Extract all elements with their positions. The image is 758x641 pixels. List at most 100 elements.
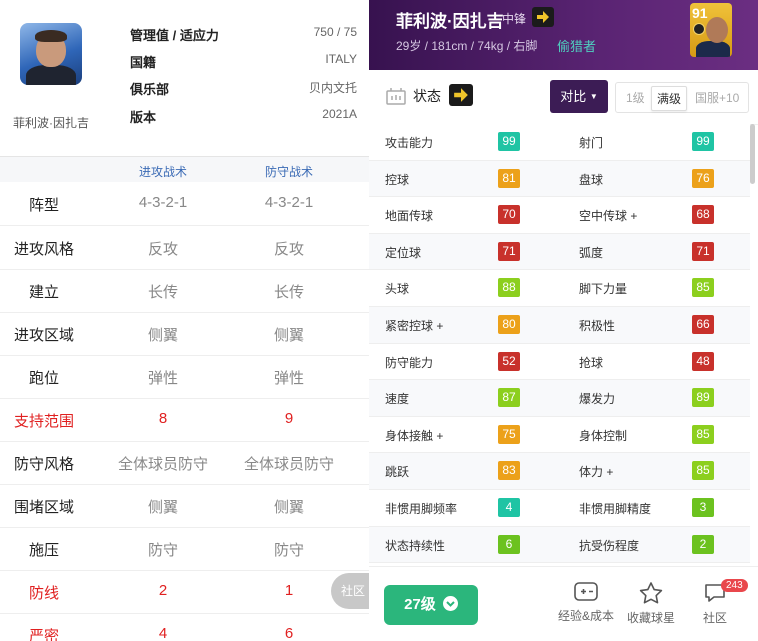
player-card[interactable]: 91 — [690, 3, 732, 57]
stat-name: 状态持续性 — [385, 538, 446, 553]
caret-down-icon: ▼ — [589, 92, 598, 101]
info-value: 750 / 75 — [313, 25, 357, 39]
stat-name: 体力 + — [579, 465, 614, 480]
manager-name: 菲利波·因扎吉 — [13, 116, 89, 130]
attack-value: 弹性 — [147, 370, 178, 387]
stat-value-badge: 70 — [498, 205, 520, 225]
stat-row: 状态持续性 6 抗受伤程度 2 — [369, 526, 750, 564]
stat-value-badge: 88 — [498, 278, 520, 298]
stat-name: 头球 — [385, 282, 410, 297]
arrow-right-icon — [537, 11, 549, 23]
player-arrow-button[interactable] — [532, 7, 554, 27]
player-panel: 菲利波·因扎吉 中锋 29岁 / 181cm / 74kg / 右脚 偷猎者 9… — [369, 0, 758, 641]
status-arrow-button[interactable] — [449, 84, 473, 106]
tactic-row: 进攻区域 侧翼 侧翼 — [0, 312, 369, 356]
condition-icon — [386, 88, 406, 105]
stat-row: 控球 81 盘球 76 — [369, 160, 750, 198]
defense-value: 全体球员防守 — [243, 456, 334, 473]
defense-value: 反攻 — [273, 241, 304, 258]
tactic-label: 防守风格 — [13, 456, 74, 473]
manager-avatar[interactable] — [20, 23, 82, 85]
stat-row: 地面传球 70 空中传球 + 68 — [369, 197, 750, 234]
bottom-bar: 27级 经验&成本 收藏球星 243 社区 — [369, 566, 758, 641]
stat-name: 脚下力量 — [579, 282, 628, 297]
community-nav[interactable]: 243 社区 — [683, 579, 748, 626]
info-row-club: 俱乐部 贝内文托 — [130, 79, 357, 99]
level-option-selected[interactable]: 满级 — [651, 86, 688, 111]
level-button[interactable]: 27级 — [384, 585, 478, 625]
defense-value: 弹性 — [273, 370, 304, 387]
player-position: 中锋 — [502, 12, 527, 26]
stat-row: 防守能力 52 抢球 48 — [369, 343, 750, 381]
community-float-button[interactable]: 社区 — [331, 573, 369, 609]
manager-card: 菲利波·因扎吉 管理值 / 适应力 750 / 75 国籍 ITALY 俱乐部 … — [0, 0, 369, 157]
stat-value-badge: 81 — [498, 168, 520, 188]
stat-value-badge: 71 — [498, 241, 520, 261]
exp-cost-nav[interactable]: 经验&成本 — [554, 581, 618, 624]
level-option[interactable]: 国服+10 — [695, 89, 739, 106]
level-selector[interactable]: 1级 满级 国服+10 — [615, 82, 749, 113]
defense-value: 长传 — [273, 284, 304, 301]
tactic-row: 进攻风格 反攻 反攻 — [0, 226, 369, 270]
star-icon — [639, 582, 663, 604]
stat-value-badge: 85 — [692, 278, 714, 298]
playing-style-link[interactable]: 偷猎者 — [557, 36, 596, 55]
player-details: 29岁 / 181cm / 74kg / 右脚 — [396, 39, 538, 53]
stat-name: 盘球 — [579, 172, 604, 187]
attack-value: 侧翼 — [147, 327, 178, 344]
info-row-version: 版本 2021A — [130, 107, 357, 127]
defense-value: 6 — [284, 625, 294, 641]
attack-value: 8 — [158, 410, 168, 427]
stat-name: 攻击能力 — [385, 136, 434, 150]
player-rating: 91 — [692, 5, 708, 21]
stat-value-badge: 4 — [498, 497, 520, 517]
stat-name: 弧度 — [579, 245, 604, 260]
tactic-row: 防守风格 全体球员防守 全体球员防守 — [0, 441, 369, 485]
tactic-row: 建立 长传 长传 — [0, 269, 369, 313]
attack-tactics-header: 进攻战术 — [138, 165, 187, 179]
attack-value: 防守 — [147, 542, 178, 559]
tactic-row: 阵型 4-3-2-1 4-3-2-1 — [0, 182, 369, 226]
compare-label: 对比 — [560, 89, 587, 104]
stat-name: 跳跃 — [385, 465, 410, 480]
tactic-label: 进攻风格 — [13, 241, 74, 258]
info-row-nationality: 国籍 ITALY — [130, 52, 357, 72]
defense-tactics-header: 防守战术 — [264, 165, 313, 179]
stat-value-badge: 2 — [692, 534, 714, 554]
stat-value-badge: 66 — [692, 314, 714, 334]
stat-row: 身体接触 + 75 身体控制 85 — [369, 416, 750, 454]
stat-name: 射门 — [579, 136, 604, 150]
nav-label: 收藏球星 — [626, 611, 675, 625]
stat-name: 爆发力 — [579, 392, 616, 407]
stat-value-badge: 68 — [692, 205, 714, 225]
level-option[interactable]: 1级 — [626, 89, 645, 106]
stat-name: 积极性 — [579, 318, 616, 333]
attack-value: 全体球员防守 — [117, 456, 208, 473]
stat-name: 身体控制 — [579, 428, 628, 443]
tactic-row: 严密 4 6 — [0, 613, 369, 641]
nav-label: 经验&成本 — [557, 609, 614, 623]
tactic-label: 围堵区域 — [13, 499, 74, 516]
stat-row: 攻击能力 99 射门 99 — [369, 124, 750, 161]
stat-value-badge: 85 — [692, 461, 714, 481]
stat-value-badge: 75 — [498, 424, 520, 444]
stat-value-badge: 99 — [498, 132, 520, 151]
favorite-nav[interactable]: 收藏球星 — [619, 581, 683, 626]
compare-button[interactable]: 对比 ▼ — [550, 80, 608, 113]
manager-panel: 菲利波·因扎吉 管理值 / 适应力 750 / 75 国籍 ITALY 俱乐部 … — [0, 0, 369, 641]
tactic-row: 跑位 弹性 弹性 — [0, 355, 369, 399]
scrollbar[interactable] — [750, 124, 755, 184]
player-name: 菲利波·因扎吉 — [396, 12, 504, 31]
stat-name: 非惯用脚频率 — [385, 501, 458, 516]
stat-value-badge: 3 — [692, 497, 714, 517]
defense-value: 4-3-2-1 — [264, 194, 314, 211]
stat-value-badge: 6 — [498, 534, 520, 554]
notification-badge: 243 — [721, 579, 748, 592]
attack-value: 2 — [158, 582, 168, 599]
stat-name: 抢球 — [579, 355, 604, 370]
tactic-row: 防线 2 1 — [0, 570, 369, 614]
stat-name: 空中传球 + — [579, 209, 638, 224]
stat-value-badge: 71 — [692, 241, 714, 261]
stat-name: 身体接触 + — [385, 428, 444, 443]
attack-value: 反攻 — [147, 241, 178, 258]
